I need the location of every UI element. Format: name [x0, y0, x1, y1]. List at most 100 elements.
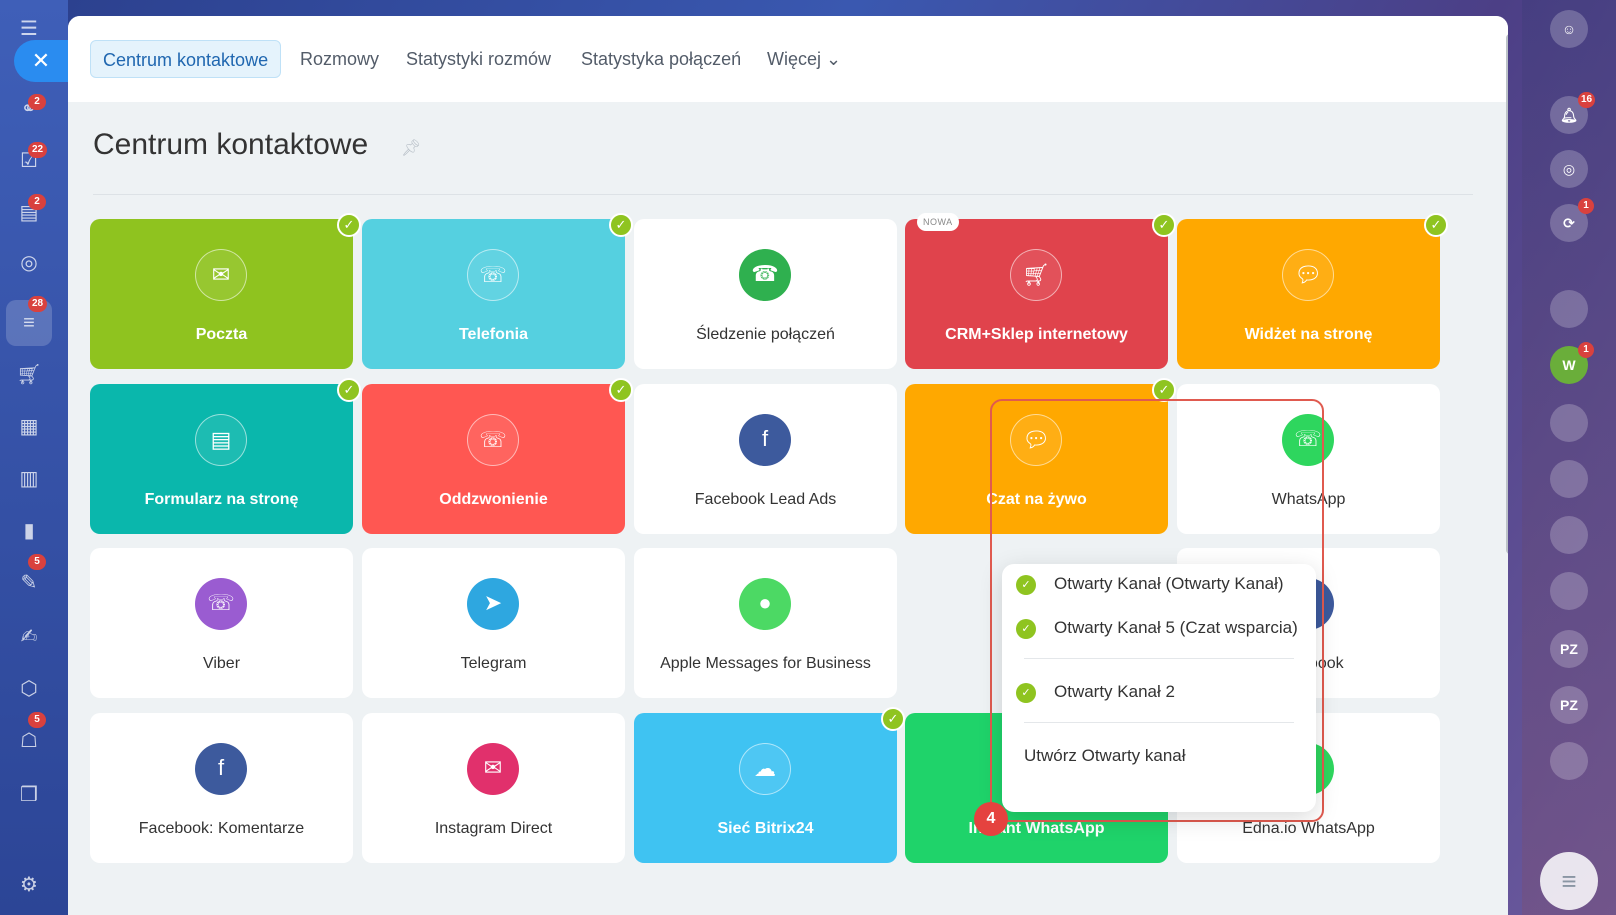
call-tracking-icon: ☎	[739, 249, 791, 301]
tile-facebook-lead-ads[interactable]: f Facebook Lead Ads	[634, 384, 897, 534]
tasks-badge: 22	[28, 142, 48, 158]
tile-label: Telegram	[460, 655, 527, 672]
tile-call-tracking[interactable]: ☎ Śledzenie połączeń	[634, 219, 897, 369]
tile-form[interactable]: ▤ Formularz na stronę ✓	[90, 378, 361, 534]
analytics-icon[interactable]: ▮	[16, 518, 42, 544]
contact-center-icon[interactable]: ≡	[16, 310, 42, 336]
chat-avatar-pz-2[interactable]: PZ	[1550, 686, 1588, 724]
tile-mail[interactable]: ✉ Poczta ✓	[90, 213, 361, 369]
tile-label: Edna.io WhatsApp	[1242, 820, 1375, 837]
robot-badge: 5	[28, 712, 46, 728]
tile-label: Poczta	[195, 326, 248, 343]
pin-icon[interactable]: 📌︎	[401, 138, 421, 158]
tile-telegram[interactable]: ➤ Telegram	[362, 548, 625, 698]
phone-icon: ☏	[467, 249, 519, 301]
scrollbar[interactable]	[1506, 34, 1508, 554]
robot-icon[interactable]: ☖	[16, 728, 42, 754]
dropdown-separator	[1024, 658, 1294, 659]
connected-check-icon: ✓	[1424, 213, 1448, 237]
cloud-icon: ☁	[739, 743, 791, 795]
form-icon: ▤	[195, 414, 247, 466]
open-channels-dropdown: ✓ Otwarty Kanał (Otwarty Kanał) ✓ Otwart…	[1002, 564, 1316, 812]
sign-icon[interactable]: ✍	[16, 624, 42, 650]
tile-label: Apple Messages for Business	[660, 655, 871, 672]
tile-viber[interactable]: ☏ Viber	[90, 548, 353, 698]
tab-rozmowy[interactable]: Rozmowy	[288, 40, 391, 78]
facebook-comments-icon: f	[195, 743, 247, 795]
video-call-icon[interactable]	[1550, 742, 1588, 780]
chat-widget-icon: 💬︎	[1282, 249, 1334, 301]
telegram-icon: ➤	[467, 578, 519, 630]
close-panel-button[interactable]: ✕	[14, 40, 68, 82]
workflow-badge: 2	[28, 94, 46, 110]
create-open-channel-link[interactable]: Utwórz Otwarty kanał	[1002, 736, 1316, 776]
sync-badge: 1	[1578, 198, 1594, 214]
connected-check-icon: ✓	[1152, 213, 1176, 237]
tile-label: Śledzenie połączeń	[696, 326, 835, 343]
chat-avatar-3[interactable]	[1550, 460, 1588, 498]
hexagon-icon[interactable]: ⬡	[16, 676, 42, 702]
chat-menu-button[interactable]: ≡	[1540, 852, 1598, 910]
tab-statystyki-rozmow[interactable]: Statystyki rozmów	[394, 40, 563, 78]
user-avatar[interactable]: ☺	[1550, 10, 1588, 48]
tile-label: CRM+Sklep internetowy	[945, 326, 1128, 343]
tile-shop-cart[interactable]: 🛒︎ CRM+Sklep internetowy ✓ NOWA	[905, 213, 1176, 369]
dropdown-item[interactable]: ✓ Otwarty Kanał (Otwarty Kanał)	[1002, 564, 1316, 604]
connected-check-icon: ✓	[609, 213, 633, 237]
dropdown-item[interactable]: ✓ Otwarty Kanał 5 (Czat wsparcia)	[1002, 608, 1316, 648]
chat-avatar-2[interactable]	[1550, 404, 1588, 442]
facebook-lead-ads-icon: f	[739, 414, 791, 466]
cube-icon[interactable]: ❒	[16, 782, 42, 808]
documents-icon[interactable]: ✎	[16, 570, 42, 596]
tile-label: Telefonia	[458, 326, 529, 343]
tile-callback[interactable]: ☏ Oddzwonienie ✓	[362, 378, 633, 534]
step-badge: 4	[974, 802, 1008, 836]
menu-icon[interactable]: ☰	[16, 16, 42, 42]
check-icon: ✓	[1016, 619, 1036, 639]
tile-instagram-direct[interactable]: ✉ Instagram Direct	[362, 713, 625, 863]
chat-avatar-pz-1[interactable]: PZ	[1550, 630, 1588, 668]
tile-label: Instant WhatsApp	[968, 820, 1105, 837]
documents-badge: 5	[28, 554, 46, 570]
callback-icon: ☏	[467, 414, 519, 466]
tile-cloud[interactable]: ☁ Sieć Bitrix24 ✓	[634, 707, 905, 863]
connected-check-icon: ✓	[609, 378, 633, 402]
mail-icon: ✉	[195, 249, 247, 301]
viber-icon: ☏	[195, 578, 247, 630]
shop-cart-icon: 🛒︎	[1010, 249, 1062, 301]
tab-wiecej[interactable]: Więcej ⌄	[755, 40, 853, 78]
tab-statystyka-polaczen[interactable]: Statystyka połączeń	[569, 40, 753, 78]
connected-check-icon: ✓	[337, 378, 361, 402]
tile-phone[interactable]: ☏ Telefonia ✓	[362, 213, 633, 369]
right-rail: ☺ 🔔︎ 16 ◎ ⟳ 1 W 1 PZ PZ ≡	[1522, 0, 1616, 915]
notifications-badge: 16	[1578, 92, 1596, 108]
new-badge: NOWA	[917, 213, 959, 231]
check-icon: ✓	[1016, 575, 1036, 595]
group-chat-icon[interactable]	[1550, 572, 1588, 610]
instagram-direct-icon: ✉	[467, 743, 519, 795]
check-icon: ✓	[1016, 683, 1036, 703]
calendar-icon[interactable]: ▥	[16, 466, 42, 492]
dropdown-item[interactable]: ✓ Otwarty Kanał 2	[1002, 672, 1316, 712]
tile-label: Instagram Direct	[434, 820, 553, 837]
tile-facebook-comments[interactable]: f Facebook: Komentarze	[90, 713, 353, 863]
tile-chat-widget[interactable]: 💬︎ Widżet na stronę ✓	[1177, 213, 1448, 369]
target-icon[interactable]: ◎	[16, 250, 42, 276]
contact-center-badge: 28	[28, 296, 48, 312]
store-icon[interactable]: ▦	[16, 414, 42, 440]
chat-avatar-1[interactable]	[1550, 290, 1588, 328]
tile-label: Formularz na stronę	[144, 491, 299, 508]
tile-label: Viber	[202, 655, 241, 672]
settings-gear-icon[interactable]: ⚙	[16, 872, 42, 898]
tab-centrum-kontaktowe[interactable]: Centrum kontaktowe	[90, 40, 282, 78]
tile-apple-messages[interactable]: ● Apple Messages for Business	[634, 548, 897, 698]
tile-label: Facebook Lead Ads	[694, 491, 837, 508]
tile-label: Oddzwonienie	[439, 491, 548, 508]
ai-icon[interactable]: ◎	[1550, 150, 1588, 188]
chat-avatar-4[interactable]	[1550, 516, 1588, 554]
contact-center-panel: Centrum kontaktowe Rozmowy Statystyki ro…	[68, 16, 1508, 915]
tile-label: Sieć Bitrix24	[717, 820, 814, 837]
cart-icon[interactable]: 🛒︎	[16, 362, 42, 388]
chat-w-badge: 1	[1578, 342, 1594, 358]
connected-check-icon: ✓	[337, 213, 361, 237]
